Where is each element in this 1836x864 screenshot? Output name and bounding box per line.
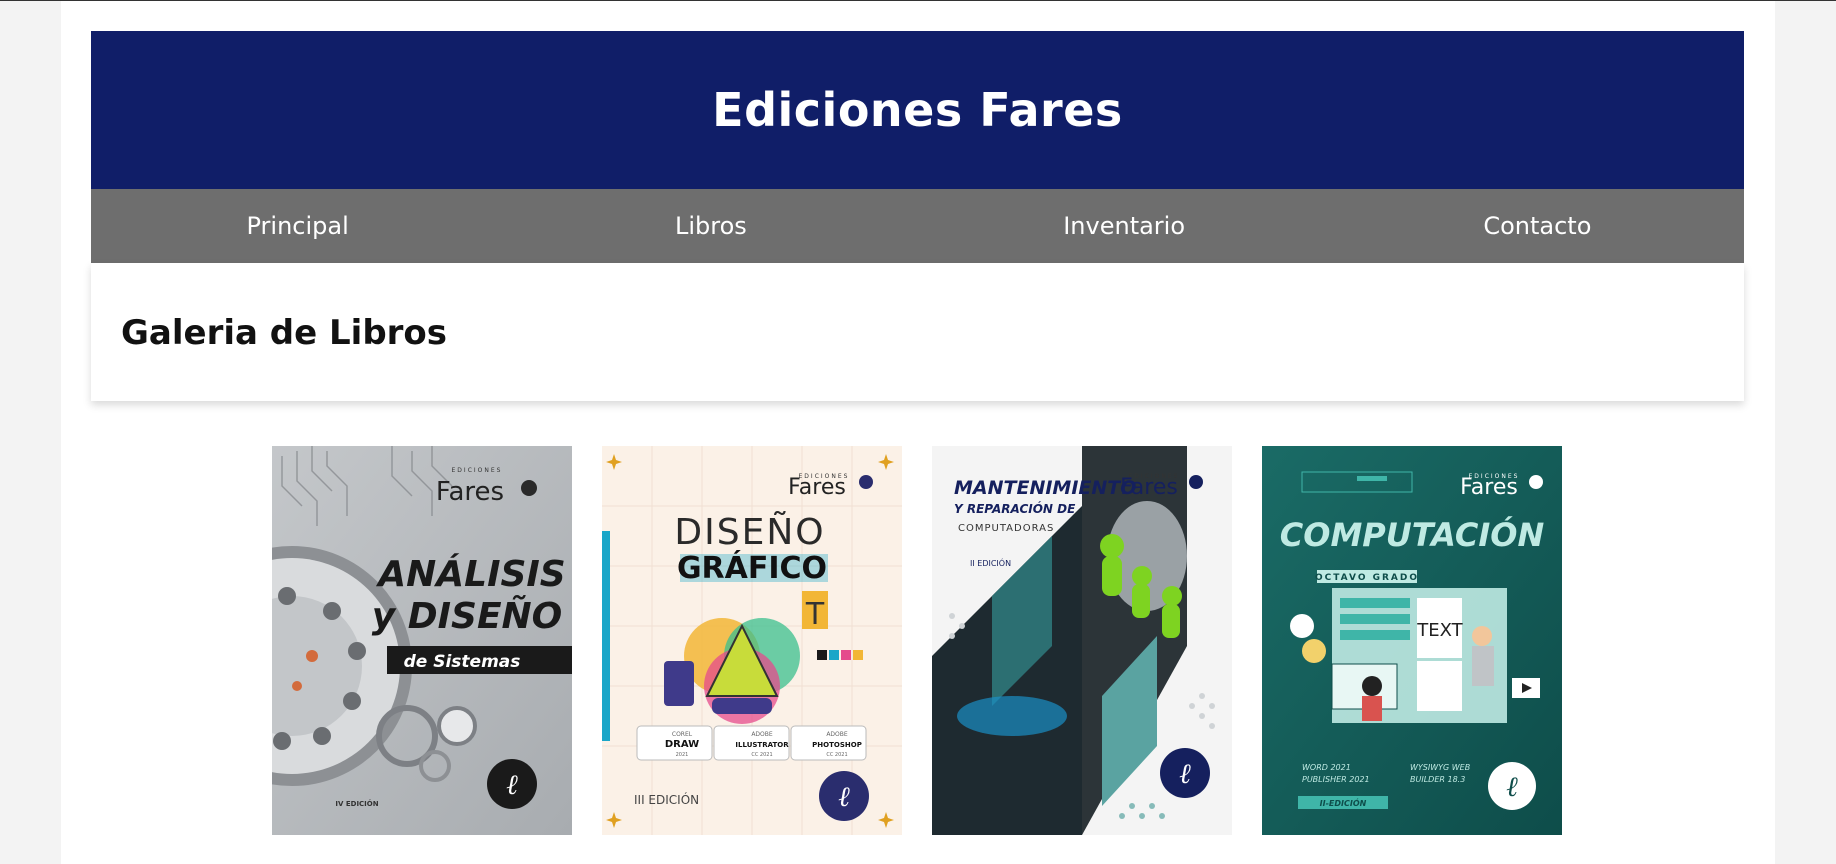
book4-title: COMPUTACIÓN bbox=[1280, 515, 1545, 554]
book-cover-computacion[interactable]: COMPUTACIÓN OCTAVO GRADO EDICIONES Fares… bbox=[1262, 446, 1562, 835]
page-container: Ediciones Fares Principal Libros Inventa… bbox=[61, 1, 1775, 864]
book-cover-analisis-art: ANÁLISIS y DISEÑO de Sistemas EDICIONES … bbox=[272, 446, 572, 835]
nav-link-principal[interactable]: Principal bbox=[91, 212, 504, 240]
book3-logo-icon: ℓ bbox=[1179, 757, 1191, 790]
book4-publisher: Fares bbox=[1460, 475, 1518, 500]
nav-link-inventario[interactable]: Inventario bbox=[918, 212, 1331, 240]
book3-title-2: Y REPARACIÓN DE bbox=[954, 501, 1076, 516]
book-cover-computacion-art: COMPUTACIÓN OCTAVO GRADO EDICIONES Fares… bbox=[1262, 446, 1562, 835]
book-cover-mantenimiento[interactable]: MANTENIMIENTO Y REPARACIÓN DE COMPUTADOR… bbox=[932, 446, 1232, 835]
book-gallery: ANÁLISIS y DISEÑO de Sistemas EDICIONES … bbox=[272, 446, 1562, 835]
book-cover-analisis[interactable]: ANÁLISIS y DISEÑO de Sistemas EDICIONES … bbox=[272, 446, 572, 835]
book4-software-3: WYSIWYG WEB bbox=[1410, 763, 1470, 772]
main-nav: Principal Libros Inventario Contacto bbox=[91, 189, 1744, 263]
book2-badge3-small: ADOBE bbox=[826, 731, 848, 738]
book2-badge1: DRAW bbox=[665, 739, 699, 750]
book1-title-2: y DISEÑO bbox=[372, 595, 563, 637]
book2-title-1: DISEÑO bbox=[674, 511, 825, 553]
site-title: Ediciones Fares bbox=[712, 83, 1123, 137]
book-cover-diseno-art: DISEÑO GRÁFICO EDICIONES Fares T COREL D… bbox=[602, 446, 902, 835]
book4-software-1: WORD 2021 bbox=[1302, 763, 1351, 772]
book2-badge1-small: COREL bbox=[672, 731, 693, 738]
book1-subtitle: de Sistemas bbox=[404, 652, 521, 672]
book2-badge3: PHOTOSHOP bbox=[812, 741, 862, 749]
book4-software-2: PUBLISHER 2021 bbox=[1302, 775, 1370, 784]
book2-badge3-version: CC 2021 bbox=[826, 752, 847, 758]
book2-logo-icon: ℓ bbox=[838, 780, 850, 813]
book4-logo-icon: ℓ bbox=[1506, 770, 1518, 803]
book3-edition: II EDICIÓN bbox=[970, 557, 1011, 568]
book2-title-2: GRÁFICO bbox=[677, 550, 827, 586]
book2-badge2-small: ADOBE bbox=[751, 731, 773, 738]
book1-title-1: ANÁLISIS bbox=[375, 553, 565, 595]
book2-publisher: Fares bbox=[788, 475, 846, 500]
book1-publisher: Fares bbox=[436, 477, 504, 507]
book-cover-mantenimiento-art: MANTENIMIENTO Y REPARACIÓN DE COMPUTADOR… bbox=[932, 446, 1232, 835]
gallery-section: Galeria de Libros bbox=[91, 263, 1744, 401]
book4-grade: OCTAVO GRADO bbox=[1315, 573, 1419, 583]
book4-screen-text: TEXT bbox=[1416, 620, 1463, 641]
book1-publisher-top: EDICIONES bbox=[452, 467, 503, 474]
book2-edition: III EDICIÓN bbox=[634, 792, 699, 807]
book-cover-diseno-grafico[interactable]: DISEÑO GRÁFICO EDICIONES Fares T COREL D… bbox=[602, 446, 902, 835]
nav-link-libros[interactable]: Libros bbox=[504, 212, 917, 240]
book3-title-1: MANTENIMIENTO bbox=[954, 477, 1136, 499]
book2-badge2-version: CC 2021 bbox=[751, 752, 772, 758]
book3-title-3: COMPUTADORAS bbox=[958, 523, 1054, 534]
book1-logo-icon: ℓ bbox=[506, 768, 518, 801]
site-header: Ediciones Fares bbox=[91, 31, 1744, 189]
gallery-heading: Galeria de Libros bbox=[121, 313, 448, 353]
book2-badge1-version: 2021 bbox=[676, 752, 689, 758]
book2-badge2: ILLUSTRATOR bbox=[735, 741, 789, 749]
book3-publisher: Fares bbox=[1120, 475, 1178, 500]
book1-edition: IV EDICIÓN bbox=[335, 799, 378, 808]
book4-software-4: BUILDER 18.3 bbox=[1410, 775, 1465, 784]
nav-link-contacto[interactable]: Contacto bbox=[1331, 212, 1744, 240]
text-tool-icon: T bbox=[805, 597, 825, 632]
book4-edition: II-EDICIÓN bbox=[1320, 797, 1367, 808]
